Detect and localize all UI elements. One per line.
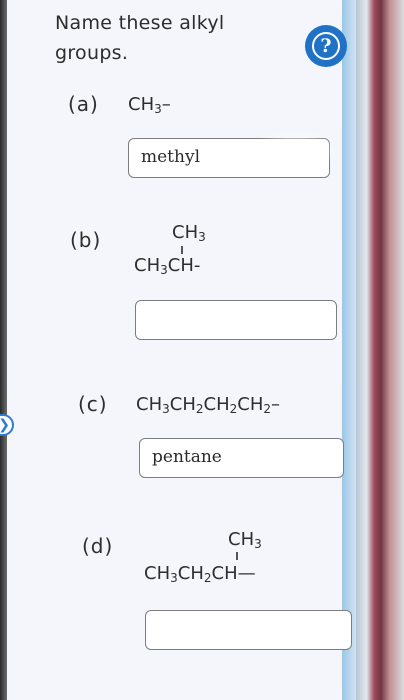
help-button[interactable]: ? [305,25,347,67]
question-prompt: Name these alkyl groups. [55,12,225,64]
question-circle-icon: ? [312,32,340,60]
device-bezel-left [0,0,7,700]
item-c-label: (c) [78,392,108,416]
item-c-answer-input[interactable]: pentane [139,438,344,478]
item-b-branch: CH3 [172,222,206,244]
item-b-label: (b) [70,228,102,252]
item-b-bond [181,246,183,254]
item-a-formula: CH3– [128,94,171,116]
item-d-formula: CH3CH2CH— [144,563,256,585]
item-b-formula: CH3CH- [134,255,201,277]
item-c-formula: CH3CH2CH2CH2– [136,394,280,416]
question-screen [0,0,372,700]
item-a-label: (a) [68,92,99,116]
item-d-label: (d) [82,534,114,558]
device-bezel-right [356,0,404,700]
item-d-bond [236,552,238,560]
item-d-branch: CH3 [228,529,262,551]
item-b-answer-input[interactable] [135,300,337,340]
item-d-answer-input[interactable] [145,610,352,650]
item-a-answer-input[interactable]: methyl [128,138,330,178]
